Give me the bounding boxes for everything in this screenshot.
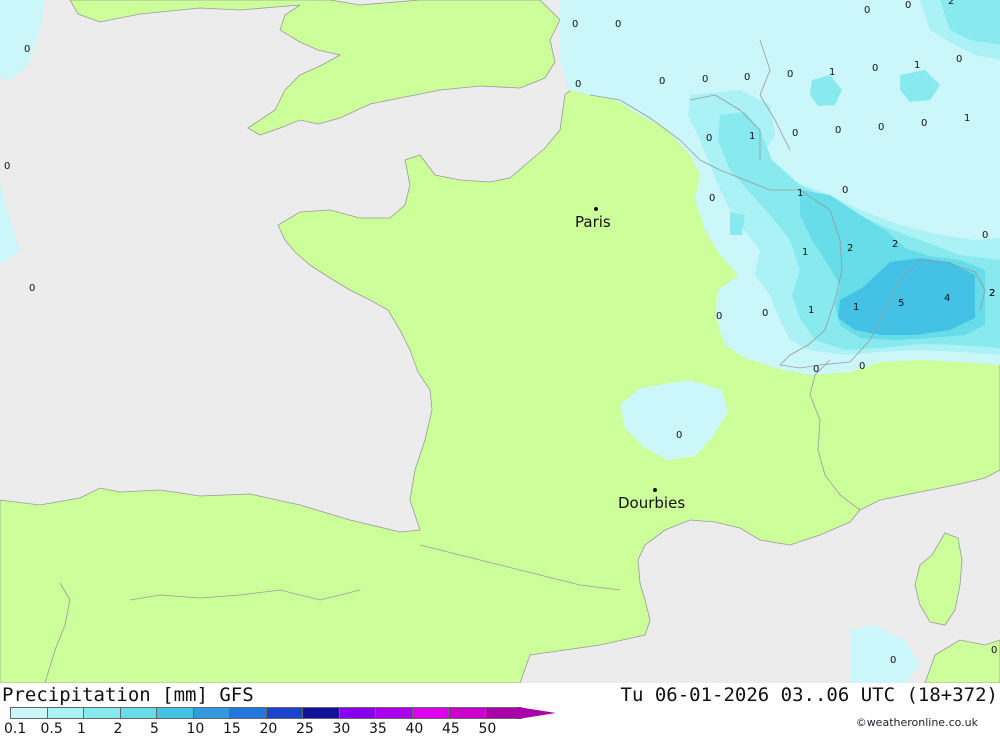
valid-time: Tu 06-01-2026 03..06 UTC (18+372) bbox=[620, 684, 999, 706]
precip-label: 1 bbox=[964, 113, 970, 124]
legend-swatch bbox=[302, 707, 340, 719]
legend-tick: 5 bbox=[150, 721, 159, 737]
legend-swatch bbox=[46, 707, 84, 719]
legend-swatch bbox=[338, 707, 376, 719]
city-label-dourbies: Dourbies bbox=[618, 494, 685, 512]
precip-label: 0 bbox=[709, 193, 715, 204]
precip-label: 0 bbox=[787, 69, 793, 80]
legend-swatch bbox=[192, 707, 230, 719]
precip-label: 0 bbox=[706, 133, 712, 144]
legend-swatch bbox=[265, 707, 303, 719]
legend-tick: 45 bbox=[442, 721, 460, 737]
precip-label: 0 bbox=[905, 0, 911, 11]
precip-label: 2 bbox=[847, 243, 853, 254]
precip-label: 0 bbox=[835, 125, 841, 136]
legend-tick: 15 bbox=[223, 721, 241, 737]
precip-label: 0 bbox=[744, 72, 750, 83]
precip-label: 0 bbox=[676, 430, 682, 441]
precip-label: 1 bbox=[797, 188, 803, 199]
precip-label: 0 bbox=[956, 54, 962, 65]
legend-swatch bbox=[375, 707, 413, 719]
precip-label: 2 bbox=[948, 0, 954, 7]
precip-label: 2 bbox=[989, 288, 995, 299]
precip-label: 0 bbox=[762, 308, 768, 319]
legend-swatch bbox=[83, 707, 121, 719]
legend-tick: 20 bbox=[259, 721, 278, 737]
legend-tick: 2 bbox=[113, 721, 123, 737]
map-footer: Precipitation [mm] GFS Tu 06-01-2026 03.… bbox=[0, 683, 1000, 737]
precipitation-map: 0 0 0 0 2 0 0 0 0 0 0 0 0 1 0 1 0 0 1 0 … bbox=[0, 0, 1000, 683]
legend-tick: 35 bbox=[369, 721, 387, 737]
precip-label: 0 bbox=[24, 44, 30, 55]
precip-label: 0 bbox=[813, 364, 819, 375]
precip-label: 0 bbox=[615, 19, 621, 30]
legend-tick: 10 bbox=[186, 721, 205, 737]
city-marker-dourbies bbox=[653, 488, 657, 492]
city-marker-paris bbox=[594, 207, 598, 211]
precip-label: 1 bbox=[802, 247, 808, 258]
legend-tick: 1 bbox=[77, 721, 86, 737]
map-title: Precipitation [mm] GFS bbox=[2, 684, 254, 706]
precip-label: 0 bbox=[864, 5, 870, 16]
legend-swatch bbox=[411, 707, 449, 719]
legend-tick: 40 bbox=[405, 721, 424, 737]
precip-label: 0 bbox=[702, 74, 708, 85]
precip-label: 0 bbox=[921, 118, 927, 129]
legend-swatch bbox=[119, 707, 157, 719]
precip-label: 0 bbox=[878, 122, 884, 133]
precip-label: 0 bbox=[4, 161, 10, 172]
precip-label: 0 bbox=[792, 128, 798, 139]
legend-swatch bbox=[156, 707, 194, 719]
precip-label: 1 bbox=[808, 305, 814, 316]
precip-label: 1 bbox=[853, 302, 859, 313]
precip-label: 0 bbox=[872, 63, 878, 74]
legend-tick: 30 bbox=[332, 721, 351, 737]
precip-label: 0 bbox=[991, 645, 997, 656]
precip-label: 0 bbox=[859, 361, 865, 372]
legend-swatch bbox=[229, 707, 267, 719]
legend-swatch bbox=[484, 707, 522, 719]
precip-label: 5 bbox=[898, 298, 904, 309]
precip-label: 0 bbox=[890, 655, 896, 666]
legend-arrow bbox=[518, 707, 556, 719]
precip-label: 0 bbox=[716, 311, 722, 322]
precip-label: 2 bbox=[892, 239, 898, 250]
precip-label: 0 bbox=[29, 283, 35, 294]
legend-tick: 0.1 bbox=[4, 721, 27, 737]
legend-swatch bbox=[10, 707, 48, 719]
precip-label: 0 bbox=[575, 79, 581, 90]
legend-tick: 50 bbox=[478, 721, 497, 737]
precip-label: 0 bbox=[572, 19, 578, 30]
credit: ©weatheronline.co.uk bbox=[855, 716, 978, 729]
precip-label: 0 bbox=[982, 230, 988, 241]
precip-label: 1 bbox=[914, 60, 920, 71]
precip-label: 0 bbox=[659, 76, 665, 87]
legend-tick: 0.5 bbox=[40, 721, 63, 737]
legend-tick: 25 bbox=[296, 721, 314, 737]
precip-label: 1 bbox=[749, 131, 755, 142]
precip-label: 4 bbox=[944, 293, 950, 304]
legend-swatch bbox=[448, 707, 486, 719]
city-label-paris: Paris bbox=[575, 213, 611, 231]
precip-label: 1 bbox=[829, 67, 835, 78]
precip-label: 0 bbox=[842, 185, 848, 196]
